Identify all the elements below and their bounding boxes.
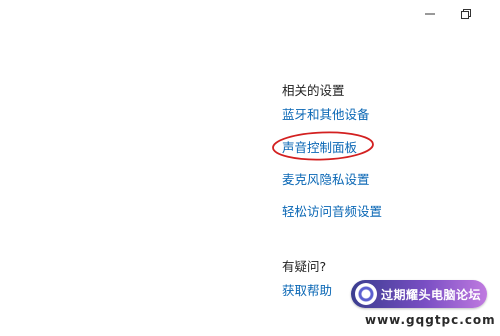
forum-logo-icon: [355, 283, 377, 305]
sound-control-panel-link[interactable]: 声音控制面板: [282, 140, 357, 156]
close-button[interactable]: [484, 0, 500, 28]
related-settings-heading: 相关的设置: [282, 83, 345, 98]
get-help-link[interactable]: 获取帮助: [282, 283, 332, 299]
bluetooth-devices-link[interactable]: 蓝牙和其他设备: [282, 107, 370, 123]
watermark: 过期耀头电脑论坛 www.gqgtpc.com: [351, 280, 500, 336]
minimize-button[interactable]: [412, 0, 448, 28]
ease-of-access-audio-link[interactable]: 轻松访问音频设置: [282, 204, 382, 220]
restore-icon: [461, 9, 471, 19]
restore-button[interactable]: [448, 0, 484, 28]
minimize-icon: [425, 13, 435, 15]
watermark-title: 过期耀头电脑论坛: [381, 287, 482, 302]
watermark-url: www.gqgtpc.com: [365, 313, 496, 327]
questions-heading: 有疑问?: [282, 259, 327, 274]
watermark-badge: 过期耀头电脑论坛: [351, 280, 487, 308]
microphone-privacy-link[interactable]: 麦克风隐私设置: [282, 172, 370, 188]
window-controls: [412, 0, 500, 28]
